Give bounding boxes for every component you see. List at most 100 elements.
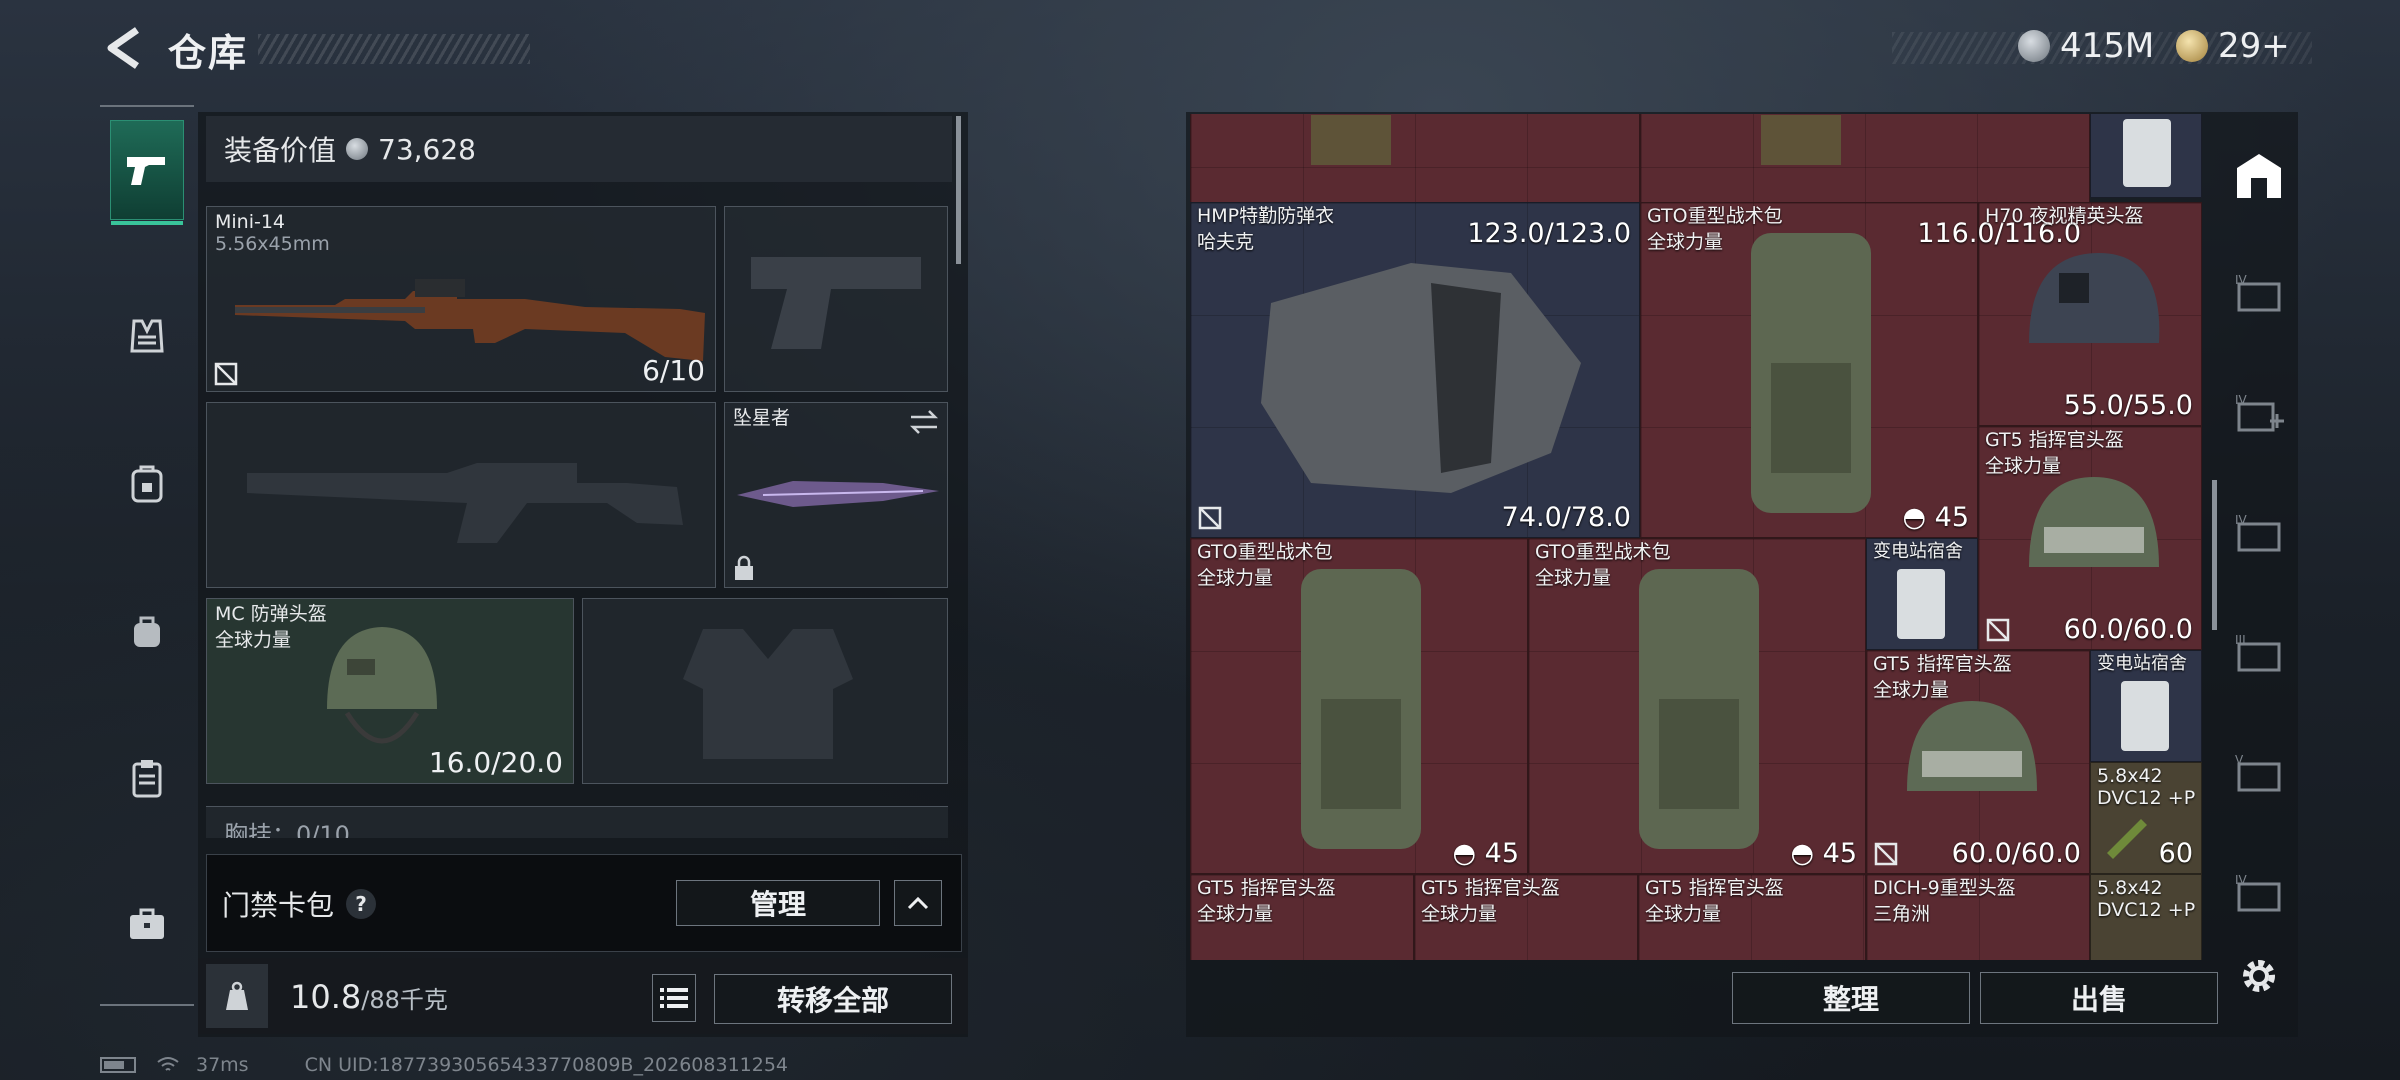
backpack-item-image (1639, 569, 1759, 849)
armor-slot-empty[interactable] (582, 598, 948, 784)
keycard-item-image (2121, 681, 2169, 751)
stash-tab-iv-b[interactable]: IV (2222, 364, 2296, 464)
stash-box-icon: IV (2235, 273, 2281, 312)
clipboard-icon (132, 760, 162, 798)
nav-tab-briefcase[interactable] (110, 874, 184, 974)
item-durability: 60.0/60.0 (1951, 838, 2081, 869)
list-icon (660, 988, 688, 1008)
stash-item[interactable]: 变电站宿舍 (2090, 650, 2202, 762)
stash-tab-iv-c[interactable]: IV (2222, 484, 2296, 584)
item-name: H70 夜视精英头盔 (1985, 205, 2144, 227)
pistol-slot-empty[interactable] (724, 206, 948, 392)
stash-item[interactable]: GT5 指挥官头盔 全球力量 (1638, 874, 1866, 960)
stash-item[interactable]: 变电站宿舍 (1866, 538, 1978, 650)
nav-tab-backpack-safe[interactable] (110, 434, 184, 534)
stash-item[interactable]: GTO重型战术包 全球力量 ◓ 45 (1528, 538, 1866, 874)
stash-box-icon: V (2235, 753, 2281, 792)
stash-scrollbar[interactable] (2212, 480, 2217, 630)
stash-item[interactable]: GTO重型战术包 全球力量 ◓ 45 (1640, 202, 1978, 538)
item-count-value: 45 (1934, 502, 1969, 533)
nav-tab-weapons[interactable] (110, 120, 184, 225)
melee-slot[interactable]: 坠星者 (724, 402, 948, 588)
stash-tab-all[interactable] (2222, 126, 2296, 226)
expand-button[interactable] (894, 880, 942, 926)
stash-item[interactable] (2090, 114, 2202, 198)
stash-tab-v[interactable]: V (2222, 724, 2296, 824)
bag-icon (134, 616, 160, 647)
weight-badge (206, 964, 268, 1028)
stash-item[interactable]: GT5 指挥官头盔 全球力量 60.0/60.0 (1978, 426, 2202, 650)
briefcase-icon (130, 908, 164, 939)
list-view-button[interactable] (652, 974, 696, 1022)
gold-coin-icon (2176, 30, 2208, 62)
item-name: 5.8x42 (2097, 765, 2163, 787)
swap-icon[interactable] (909, 409, 939, 435)
keycard-label-group: 门禁卡包 ? (222, 884, 377, 924)
chest-rig-row[interactable]: 胸挂：0/10 (206, 806, 948, 838)
item-brand: 哈夫克 (1197, 231, 1255, 253)
sell-button[interactable]: 出售 (1980, 972, 2218, 1024)
item-brand: 全球力量 (1197, 567, 1274, 589)
nav-tab-vest[interactable] (110, 286, 184, 386)
item-count: ◓ 45 (1902, 502, 1969, 533)
sort-button[interactable]: 整理 (1732, 972, 1970, 1024)
warehouse-icon (2237, 154, 2281, 198)
keycard-item-image (2123, 119, 2171, 187)
lock-icon (735, 555, 753, 580)
vest-icon (130, 319, 164, 353)
item-image (1761, 115, 1841, 165)
helmet-slot[interactable]: MC 防弹头盔 全球力量 16.0/20.0 (206, 598, 574, 784)
silver-amount: 415M (2060, 26, 2155, 66)
item-count-value: 45 (1822, 838, 1857, 869)
item-name: GTO重型战术包 (1197, 541, 1333, 563)
stash-item[interactable]: GT5 指挥官头盔 全球力量 (1414, 874, 1638, 960)
carry-weight-max: /88千克 (361, 986, 448, 1014)
svg-text:IV: IV (2235, 873, 2248, 887)
item-durability: 123.0/123.0 (1467, 218, 1631, 249)
manage-button[interactable]: 管理 (676, 880, 880, 926)
backpack-item-image (1751, 233, 1871, 513)
slot-item-name: Mini-14 (215, 211, 286, 233)
stash-item[interactable]: 5.8x42 DVC12 +P (2090, 874, 2202, 960)
equipment-value: 73,628 (378, 132, 476, 166)
back-button[interactable] (98, 22, 148, 74)
helmet-item-image (2029, 253, 2160, 343)
equipment-value-bar: 装备价值 73,628 (206, 116, 952, 182)
item-name: GTO重型战术包 (1535, 541, 1671, 563)
gold-currency[interactable]: 29+ (2176, 26, 2290, 66)
settings-button[interactable] (2222, 928, 2296, 1024)
stash-item[interactable]: 5.8x42 DVC12 +P 60 (2090, 762, 2202, 874)
slot-durability: 16.0/20.0 (428, 746, 563, 779)
primary-weapon-slot[interactable]: Mini-14 5.56x45mm 6/10 (206, 206, 716, 392)
item-sub: DVC12 +P (2097, 899, 2196, 921)
nav-tab-case[interactable] (110, 728, 184, 828)
secondary-weapon-slot-empty[interactable] (206, 402, 716, 588)
equipment-value-label: 装备价值 (224, 134, 337, 167)
item-name: HMP特勤防弹衣 (1197, 205, 1335, 227)
silver-currency[interactable]: 415M (2018, 26, 2154, 66)
stash-tab-iv-a[interactable]: IV (2222, 244, 2296, 344)
item-brand: 三角洲 (1873, 903, 1931, 925)
stash-item[interactable]: GT5 指挥官头盔 全球力量 (1190, 874, 1414, 960)
stash-item[interactable]: DICH-9重型头盔 三角洲 (1866, 874, 2090, 960)
stash-item[interactable]: HMP特勤防弹衣 哈夫克 74.0/78.0 (1190, 202, 1640, 538)
help-icon[interactable]: ? (346, 889, 377, 919)
keycard-label: 门禁卡包 (222, 889, 335, 922)
svg-text:IV: IV (2235, 393, 2248, 407)
stash-item[interactable]: GTO重型战术包 全球力量 ◓ 45 (1190, 538, 1528, 874)
loadout-scrollbar[interactable] (956, 116, 961, 264)
stash-item[interactable]: GT5 指挥官头盔 全球力量 60.0/60.0 (1866, 650, 2090, 874)
svg-text:V: V (2235, 753, 2244, 767)
nav-tab-bag[interactable] (110, 582, 184, 682)
helmet-item-image (1907, 701, 2037, 791)
item-brand: 全球力量 (1647, 231, 1724, 253)
stash-tab-iii[interactable]: III (2222, 604, 2296, 704)
item-name: DICH-9重型头盔 (1873, 877, 2016, 899)
stash-box-icon: IV (2235, 513, 2281, 552)
transfer-all-button[interactable]: 转移全部 (714, 974, 952, 1024)
nav-divider-bottom (100, 1004, 194, 1006)
item-name: 变电站宿舍 (1873, 541, 1963, 562)
carry-weight-value: 10.8 (290, 978, 362, 1016)
rifle-image (235, 279, 705, 361)
gold-amount: 29+ (2218, 26, 2290, 66)
